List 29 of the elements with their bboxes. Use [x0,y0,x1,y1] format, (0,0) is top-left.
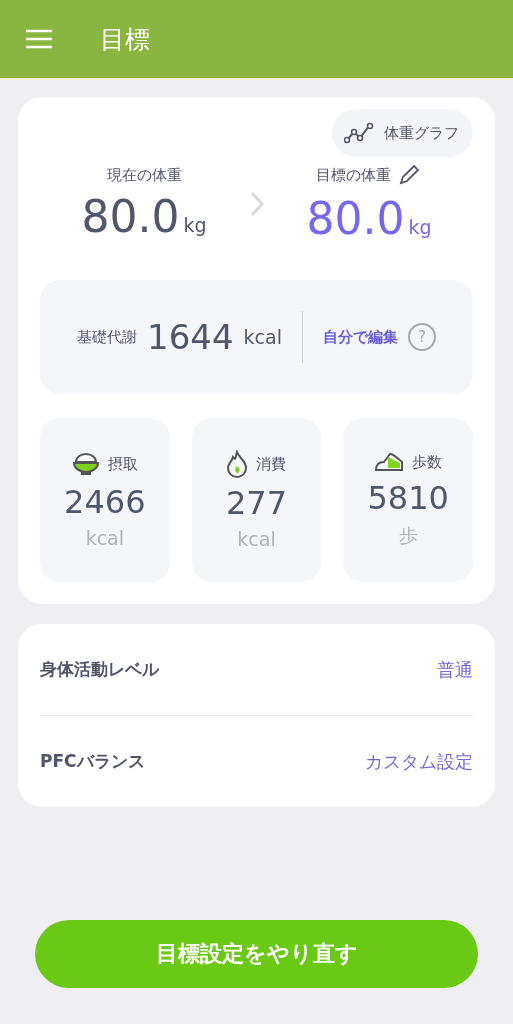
stat-label: 消費 [256,454,287,474]
rice-bowl-icon [71,451,100,477]
weight-label: 目標の体重 [316,165,392,185]
bmr-label: 基礎代謝 [77,327,138,347]
bmr-unit: kcal [243,326,282,348]
stat-value: 277 [225,484,288,522]
pencil-icon[interactable] [397,163,422,187]
setting-label: PFCバランス [40,750,145,773]
stat-value: 2466 [64,483,146,521]
chevron-right-icon [249,190,264,217]
line-graph-icon [344,122,376,144]
edit-link[interactable]: 自分で編集 [322,327,398,347]
stat-unit: kcal [237,528,276,550]
stat-label: 歩数 [412,452,443,472]
weight-value: 80.0 kg [81,190,207,242]
flame-icon [226,450,249,478]
setting-label: 身体活動レベル [40,658,159,681]
setting-value[interactable]: 普通 [437,657,473,682]
stat-unit: 歩 [398,523,418,548]
sneaker-icon [374,451,405,473]
stat-unit: kcal [85,527,124,549]
weight-graph-button[interactable]: 体重グラフ [332,109,473,157]
weight-value: 80.0 kg [306,193,432,244]
page-title: 目標 [100,23,150,56]
weight-label: 現在の体重 [106,165,182,185]
setting-value[interactable]: カスタム設定 [365,749,473,774]
bmr-value: 1644 [147,317,234,357]
stat-value: 5810 [367,479,449,517]
stat-label: 摂取 [107,454,138,474]
